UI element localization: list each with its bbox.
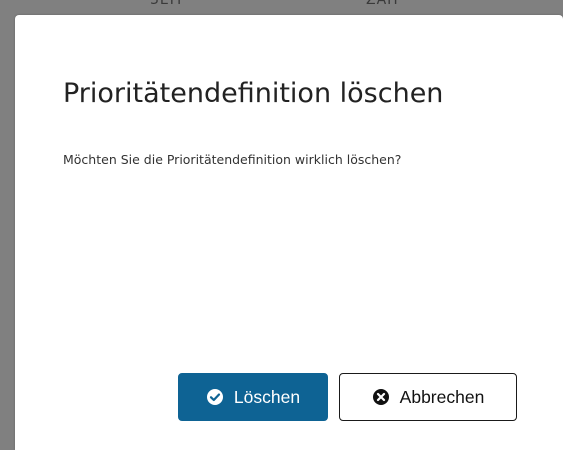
x-circle-icon [372, 388, 390, 406]
dialog-message: Möchten Sie die Prioritätendefinition wi… [63, 152, 402, 167]
dialog-title: Prioritätendefinition löschen [63, 78, 444, 109]
confirm-delete-dialog: Prioritätendefinition löschen Möchten Si… [15, 15, 563, 450]
check-circle-icon [206, 388, 224, 406]
delete-button-label: Löschen [233, 386, 301, 407]
background-column-header: 3EIT [150, 0, 185, 8]
cancel-button-label: Abbrechen [399, 386, 485, 407]
delete-button[interactable]: Löschen [178, 373, 328, 421]
cancel-button[interactable]: Abbrechen [339, 373, 517, 421]
background-column-header: ZAH [366, 0, 399, 8]
